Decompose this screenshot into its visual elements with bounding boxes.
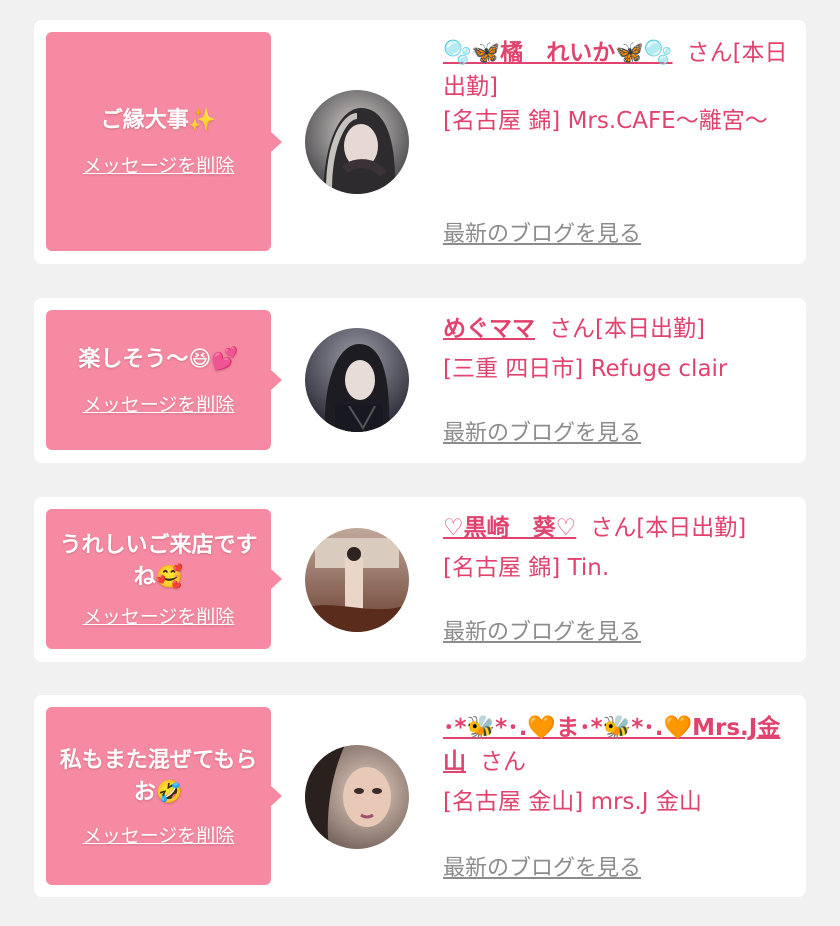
message-bubble: 私もまた混ぜてもらお🤣 メッセージを削除 bbox=[46, 707, 282, 885]
shop-label: [三重 四日市] Refuge clair bbox=[443, 356, 728, 382]
message-bubble: うれしいご来店ですね🥰 メッセージを削除 bbox=[46, 509, 282, 649]
message-card: ご縁大事✨ メッセージを削除 🫧🦋橘 れいか🦋🫧 さん[本日出勤] [名古屋 錦]… bbox=[34, 20, 806, 264]
avatar-photo-icon bbox=[305, 745, 409, 849]
cast-info: めぐママ さん[本日出勤] [三重 四日市] Refuge clair bbox=[443, 312, 793, 386]
cast-info: 🫧🦋橘 れいか🦋🫧 さん[本日出勤] [名古屋 錦] Mrs.CAFE〜離宮〜 bbox=[443, 36, 793, 138]
status-label: [本日出勤] bbox=[595, 316, 705, 342]
latest-blog-link[interactable]: 最新のブログを見る bbox=[443, 850, 641, 882]
honorific: さん bbox=[549, 316, 595, 342]
shop-label: [名古屋 錦] Tin. bbox=[443, 555, 610, 581]
delete-message-link[interactable]: メッセージを削除 bbox=[83, 151, 235, 178]
avatar[interactable] bbox=[305, 328, 409, 432]
message-bubble: 楽しそう〜😆💕 メッセージを削除 bbox=[46, 310, 282, 450]
avatar[interactable] bbox=[305, 745, 409, 849]
shop-label: [名古屋 金山] mrs.J 金山 bbox=[443, 789, 702, 815]
latest-blog-link[interactable]: 最新のブログを見る bbox=[443, 216, 641, 248]
status-label: [本日出勤] bbox=[636, 515, 747, 541]
latest-blog-link[interactable]: 最新のブログを見る bbox=[443, 614, 641, 646]
message-card: 楽しそう〜😆💕 メッセージを削除 めぐママ さん[本日出勤] [三重 四日市] R… bbox=[34, 298, 806, 463]
message-card: うれしいご来店ですね🥰 メッセージを削除 ♡黒崎 葵♡ さん[本日出勤] [名古屋… bbox=[34, 497, 806, 662]
cast-name-link[interactable]: ♡黒崎 葵♡ bbox=[443, 515, 576, 541]
delete-message-link[interactable]: メッセージを削除 bbox=[83, 821, 235, 848]
message-text: 楽しそう〜😆💕 bbox=[78, 346, 239, 372]
message-text: 私もまた混ぜてもらお🤣 bbox=[59, 747, 258, 805]
shop-label: [名古屋 錦] Mrs.CAFE〜離宮〜 bbox=[443, 108, 768, 134]
honorific: さん bbox=[686, 40, 733, 66]
avatar[interactable] bbox=[305, 90, 409, 194]
delete-message-link[interactable]: メッセージを削除 bbox=[83, 390, 235, 417]
honorific: さん bbox=[480, 749, 526, 775]
cast-info: ･*🐝*･.🧡ま･*🐝*･.🧡Mrs.J金山 さん [名古屋 金山] mrs.J … bbox=[443, 711, 793, 819]
message-bubble: ご縁大事✨ メッセージを削除 bbox=[46, 32, 282, 251]
message-text: ご縁大事✨ bbox=[100, 108, 217, 133]
message-card: 私もまた混ぜてもらお🤣 メッセージを削除 ･*🐝*･.🧡ま･*🐝*･.🧡Mrs.… bbox=[34, 695, 806, 897]
cast-info: ♡黒崎 葵♡ さん[本日出勤] [名古屋 錦] Tin. bbox=[443, 511, 793, 585]
delete-message-link[interactable]: メッセージを削除 bbox=[83, 602, 235, 629]
avatar-photo-icon bbox=[305, 528, 409, 632]
cast-name-link[interactable]: 🫧🦋橘 れいか🦋🫧 bbox=[443, 40, 673, 66]
message-list: ご縁大事✨ メッセージを削除 🫧🦋橘 れいか🦋🫧 さん[本日出勤] [名古屋 錦]… bbox=[0, 0, 840, 926]
cast-name-link[interactable]: めぐママ bbox=[443, 316, 535, 342]
message-text: うれしいご来店ですね🥰 bbox=[59, 532, 258, 590]
honorific: さん bbox=[590, 515, 637, 541]
avatar-photo-icon bbox=[305, 328, 409, 432]
latest-blog-link[interactable]: 最新のブログを見る bbox=[443, 415, 641, 447]
avatar-photo-icon bbox=[305, 90, 409, 194]
avatar[interactable] bbox=[305, 528, 409, 632]
